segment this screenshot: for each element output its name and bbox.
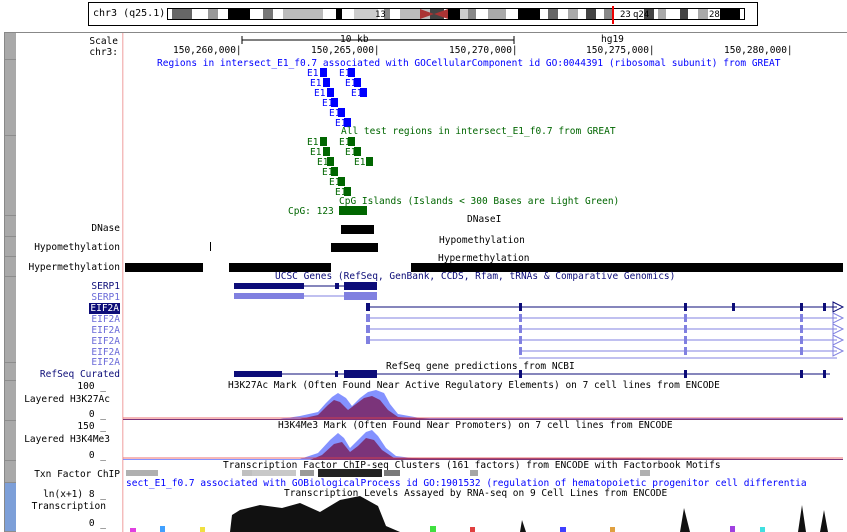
ucsc-genes-title: UCSC Genes (RefSeq, GenBank, CCDS, Rfam,… bbox=[275, 271, 675, 282]
genome-browser: chr3 (q25.1) 13 23 q24 28 29 Scale chr3:… bbox=[0, 0, 847, 532]
ruler-tick: 150,265,000| bbox=[311, 45, 380, 56]
transcription-signal bbox=[123, 496, 828, 532]
ruler-tick: 150,275,000| bbox=[586, 45, 655, 56]
cpg-item-label: CpG: 123 bbox=[288, 206, 334, 217]
dnase-peak bbox=[341, 225, 374, 234]
great-all-title: All test regions in intersect_E1_f0.7 fr… bbox=[341, 126, 616, 137]
h3k4me3-signal bbox=[123, 430, 843, 460]
assembly-label: hg19 bbox=[601, 34, 624, 45]
eif2a-isoforms bbox=[366, 314, 837, 359]
hypo-region bbox=[331, 243, 378, 252]
h3k4me3-title: H3K4Me3 Mark (Often Found Near Promoters… bbox=[278, 420, 673, 431]
trans-title: Transcription Levels Assayed by RNA-seq … bbox=[284, 488, 667, 499]
dnase-title: DNaseI bbox=[467, 214, 501, 225]
hyper-title: Hypermethylation bbox=[438, 253, 530, 264]
h3k27ac-title: H3K27Ac Mark (Often Found Near Active Re… bbox=[228, 380, 720, 391]
hypo-title: Hypomethylation bbox=[439, 235, 525, 246]
element-label: E1 bbox=[351, 88, 363, 99]
ruler-tick: 150,260,000| bbox=[173, 45, 242, 56]
serp1-gene-alt bbox=[234, 292, 377, 300]
h3k27ac-signal bbox=[123, 390, 843, 420]
scale-value: 10 kb bbox=[340, 34, 369, 45]
cpg-island bbox=[339, 206, 367, 215]
great-cc-title: Regions in intersect_E1_f0.7 associated … bbox=[157, 58, 781, 69]
serp1-gene bbox=[234, 282, 377, 290]
refseq-title: RefSeq gene predictions from NCBI bbox=[386, 361, 575, 372]
ruler-tick: 150,280,000| bbox=[724, 45, 793, 56]
track-panel[interactable]: 10 kb hg19 150,260,000| 150,265,000| 150… bbox=[0, 0, 847, 532]
hyper-region bbox=[125, 263, 203, 272]
element-label: E1 bbox=[354, 157, 366, 168]
ruler-tick: 150,270,000| bbox=[449, 45, 518, 56]
eif2a-gene-selected bbox=[366, 301, 845, 313]
cpg-title: CpG Islands (Islands < 300 Bases are Lig… bbox=[339, 196, 619, 207]
txn-title: Transcription Factor ChIP-seq Clusters (… bbox=[223, 460, 721, 471]
